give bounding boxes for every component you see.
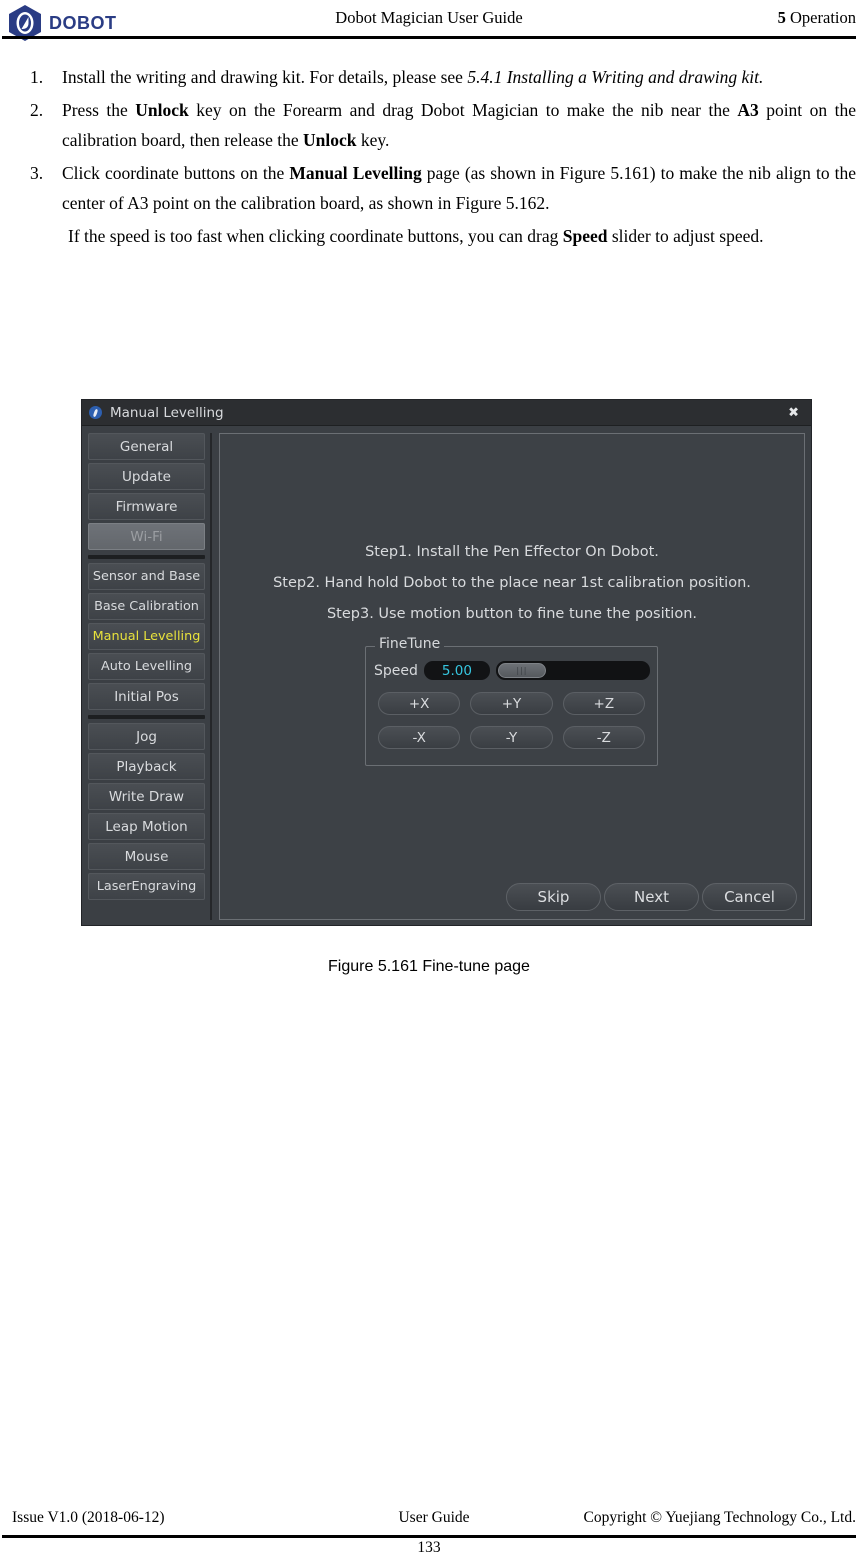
manual-levelling-screenshot: Manual Levelling ✖ General Update Firmware… [81, 399, 812, 926]
close-icon[interactable]: ✖ [788, 406, 799, 419]
header-document-title: Dobot Magician User Guide [335, 8, 523, 27]
speed-slider-handle[interactable]: ||| [497, 663, 546, 678]
text-run: key. [356, 130, 390, 151]
sidebar-item-leap-motion[interactable]: Leap Motion [88, 813, 205, 840]
cancel-button[interactable]: Cancel [702, 883, 797, 911]
figure-caption: Figure 5.161 Fine-tune page [328, 958, 530, 975]
step-number: 2. [30, 100, 44, 121]
speed-value: 5.00 [423, 661, 490, 680]
step-item: 3. Click coordinate buttons on the Manual… [0, 158, 858, 218]
sidebar-group-separator [88, 555, 205, 559]
header-chapter: 5 Operation [778, 8, 856, 28]
instruction-line: Step2. Hand hold Dobot to the place near… [273, 575, 751, 592]
sidebar-item-manual-levelling[interactable]: Manual Levelling [88, 623, 205, 650]
finetune-legend: FineTune [375, 636, 445, 652]
emphasis-bold: A3 [737, 100, 759, 121]
app-body: General Update Firmware Wi-Fi Sensor and Bas… [82, 426, 811, 925]
sidebar-item-playback[interactable]: Playback [88, 753, 205, 780]
sidebar-item-write-draw[interactable]: Write Draw [88, 783, 205, 810]
speed-label: Speed [374, 662, 418, 679]
skip-button[interactable]: Skip [506, 883, 601, 911]
sidebar-item-jog[interactable]: Jog [88, 723, 205, 750]
page-header: DOBOT Dobot Magician User Guide 5 Operat… [0, 0, 858, 42]
step-number: 1. [30, 67, 44, 87]
axis-button-grid: +X +Y +Z -X -Y -Z [378, 692, 645, 749]
text-run: Click coordinate buttons on the [62, 163, 290, 184]
header-chapter-name: Operation [790, 8, 856, 27]
finetune-group: FineTune Speed 5.00 ||| +X +Y +Z -X -Y -Z [365, 636, 658, 766]
sidebar-group-separator [88, 715, 205, 719]
next-button[interactable]: Next [604, 883, 699, 911]
text-run: slider to adjust speed. [607, 226, 764, 247]
emphasis-bold: Manual Levelling [289, 163, 422, 184]
app-sidebar: General Update Firmware Wi-Fi Sensor and Bas… [88, 433, 212, 920]
speed-note: If the speed is too fast when clicking c… [0, 221, 858, 251]
footer-copyright: Copyright © Yuejiang Technology Co., Ltd… [583, 1509, 856, 1526]
sidebar-item-update[interactable]: Update [88, 463, 205, 490]
sidebar-item-mouse[interactable]: Mouse [88, 843, 205, 870]
header-chapter-number: 5 [777, 8, 786, 27]
app-titlebar: Manual Levelling ✖ [82, 400, 811, 426]
axis-button-plusminus-z[interactable]: +Z [562, 692, 645, 715]
axis-button-minus-z[interactable]: -Z [562, 726, 645, 749]
sidebar-item-sensor-and-base[interactable]: Sensor and Base [88, 563, 205, 590]
step-number: 3. [30, 163, 44, 184]
emphasis-italic: 5.4.1 Installing a Writing and drawing k… [462, 67, 764, 87]
text-run: Press the [62, 100, 136, 121]
axis-button-minus-x[interactable]: -X [378, 726, 461, 749]
emphasis-bold: Unlock [303, 130, 357, 151]
sidebar-item-firmware[interactable]: Firmware [88, 493, 205, 520]
app-window-title: Manual Levelling [110, 404, 224, 421]
axis-button-plusminus-y[interactable]: +Y [470, 692, 553, 715]
speed-row: Speed 5.00 ||| [374, 661, 650, 680]
text-run: Install the writing and drawing kit. For… [62, 67, 463, 87]
text-run: key on the Forearm and drag Dobot Magici… [188, 100, 738, 121]
axis-button-minus-y[interactable]: -Y [470, 726, 553, 749]
axis-button-plusminus-x[interactable]: +X [378, 692, 461, 715]
footer-divider [2, 1535, 856, 1538]
page-number: 133 [417, 1539, 441, 1556]
instruction-line: Step1. Install the Pen Effector On Dobot… [365, 544, 659, 560]
step-item: 1. Install the writing and drawing kit. F… [0, 62, 858, 92]
sidebar-item-initial-pos[interactable]: Initial Pos [88, 683, 205, 710]
sidebar-item-wi-fi: Wi-Fi [88, 523, 205, 550]
sidebar-item-laserengraving[interactable]: LaserEngraving [88, 873, 205, 900]
emphasis-bold: Speed [562, 226, 608, 247]
emphasis-bold: Unlock [135, 100, 189, 121]
footer-row: Issue V1.0 (2018-06-12) User Guide Copyr… [12, 1509, 856, 1527]
speed-slider[interactable]: ||| [495, 661, 650, 680]
sidebar-item-general[interactable]: General [88, 433, 205, 460]
instruction-line: Step3. Use motion button to fine tune th… [326, 606, 698, 623]
step-item: 2. Press the Unlock key on the Forearm an… [0, 95, 858, 155]
sidebar-item-auto-levelling[interactable]: Auto Levelling [88, 653, 205, 680]
instruction-text: Step1. Install the Pen Effector On Dobot… [220, 537, 804, 631]
dialog-action-buttons: Skip Next Cancel [506, 883, 797, 911]
app-main-panel: Step1. Install the Pen Effector On Dobot… [219, 433, 805, 920]
sidebar-item-base-calibration[interactable]: Base Calibration [88, 593, 205, 620]
header-divider [2, 36, 856, 39]
step-list: 1. Install the writing and drawing kit. F… [0, 62, 858, 218]
page-content: 1. Install the writing and drawing kit. F… [0, 62, 858, 252]
text-run: If the speed is too fast when clicking c… [68, 226, 563, 247]
dobot-app-icon [89, 406, 102, 419]
page-footer: Issue V1.0 (2018-06-12) User Guide Copyr… [0, 1497, 858, 1559]
